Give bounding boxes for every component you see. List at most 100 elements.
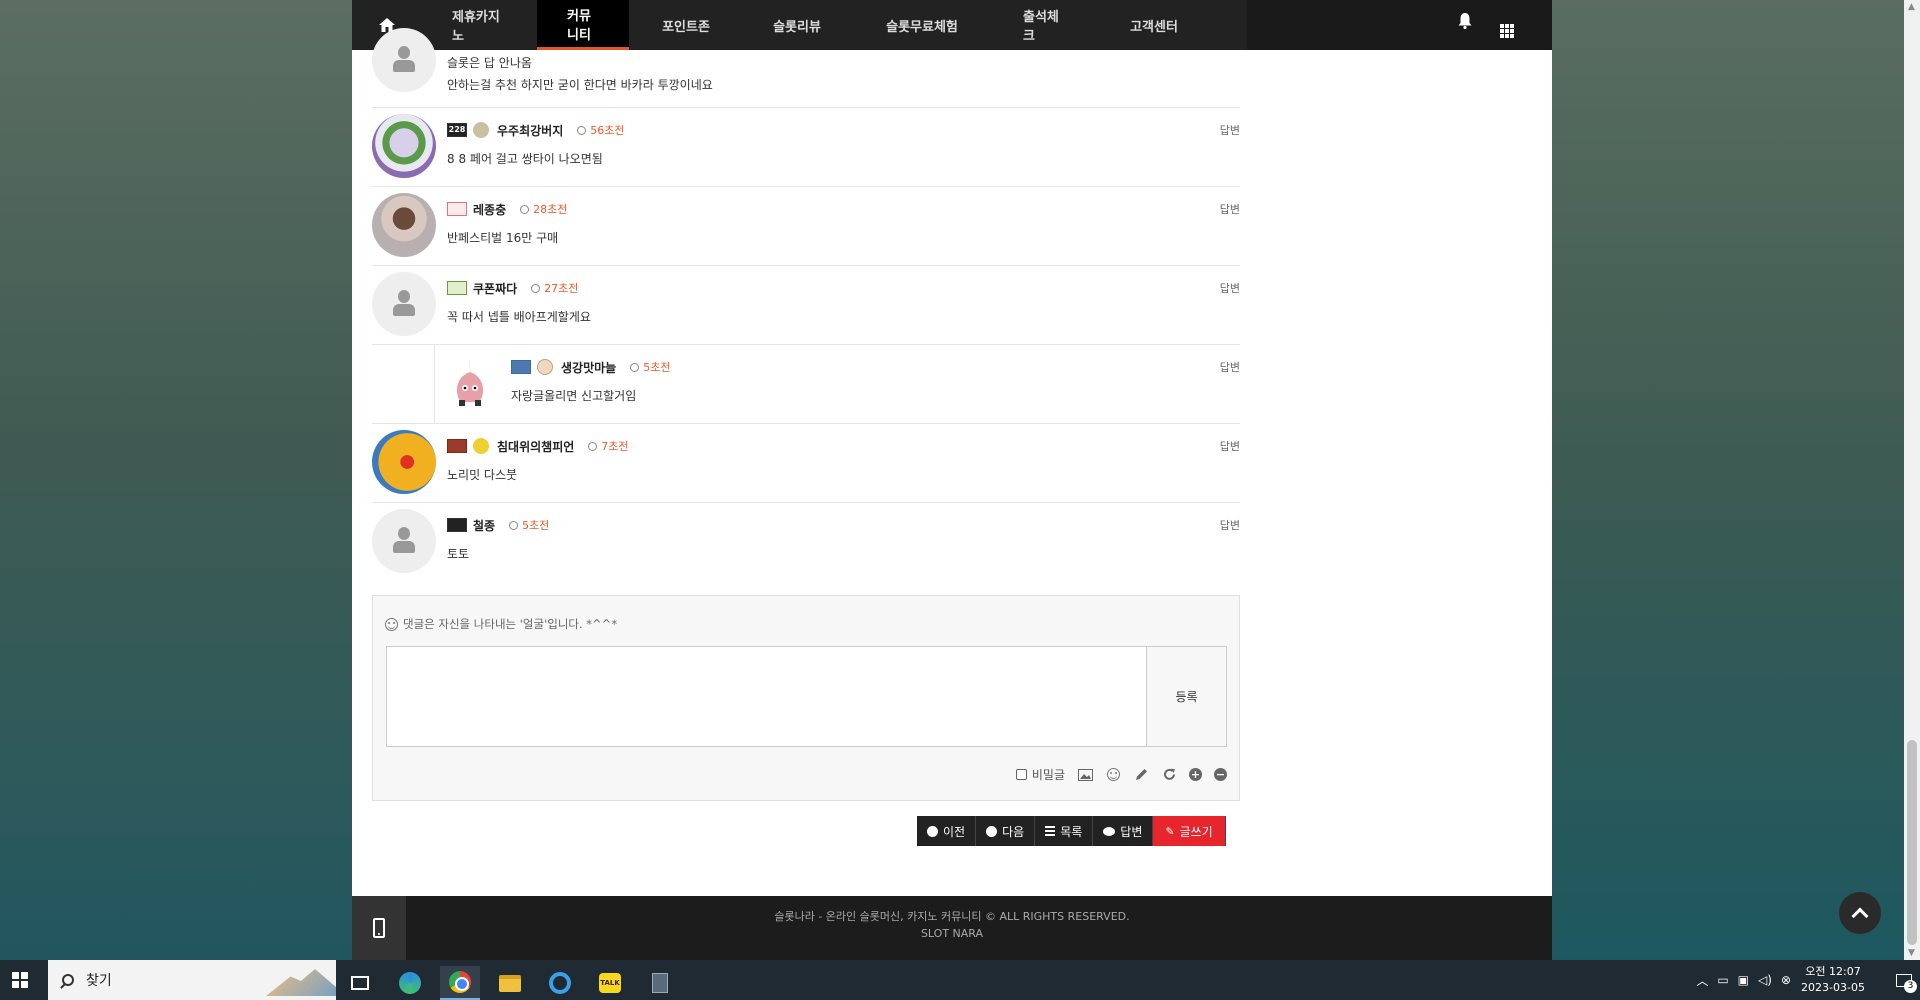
reply-link[interactable]: 답변 <box>1220 438 1240 454</box>
notification-center-icon[interactable]: 3 <box>1888 960 1920 1000</box>
nav-item-slot-review[interactable]: 슬롯리뷰 <box>743 0 851 50</box>
refresh-icon[interactable] <box>1161 768 1177 782</box>
comment-textarea[interactable] <box>386 646 1148 747</box>
comment-time: 28초전 <box>520 201 567 217</box>
calculator-icon[interactable] <box>640 966 680 1000</box>
level-badge <box>447 281 467 295</box>
comment-time: 7초전 <box>588 438 629 454</box>
nickname[interactable]: 레종충 <box>473 201 506 218</box>
reply-link[interactable]: 답변 <box>1220 201 1240 217</box>
secret-checkbox[interactable]: 비밀글 <box>1015 766 1065 783</box>
nickname[interactable]: 철종 <box>473 517 495 534</box>
reply-link[interactable]: 답변 <box>1220 517 1240 533</box>
reply-link[interactable]: 답변 <box>1220 122 1240 138</box>
level-badge <box>447 518 467 532</box>
desktop-background <box>1552 0 1920 960</box>
minus-circle-icon[interactable]: − <box>1214 768 1227 781</box>
clock-icon <box>588 441 598 451</box>
phone-icon <box>373 918 385 938</box>
volume-icon[interactable]: ◁) <box>1758 973 1772 987</box>
chevron-up-icon <box>1851 907 1869 925</box>
pencil-icon: ✎ <box>1165 824 1175 838</box>
task-view-icon[interactable] <box>340 966 380 1000</box>
comment-item: 슬롯은 답 안나옴 안하는걸 추천 하지만 굳이 한다면 바카라 투깡이네요 <box>372 28 1240 108</box>
reply-button[interactable]: 답변 <box>1093 816 1154 846</box>
next-button[interactable]: 다음 <box>976 816 1036 846</box>
smile-icon <box>385 617 398 631</box>
user-default-icon <box>391 46 417 74</box>
chevron-left-circle-icon <box>927 825 938 837</box>
scrollbar-thumb[interactable] <box>1907 740 1917 945</box>
top-nav: 제휴카지노 커뮤니티 포인트존 슬롯리뷰 슬롯무료체험 출석체크 고객센터 <box>352 0 1552 50</box>
kakaotalk-icon[interactable]: TALK <box>590 966 630 1000</box>
user-default-icon <box>391 527 417 555</box>
emoticon-icon[interactable] <box>1105 768 1121 782</box>
nav-item-attendance[interactable]: 출석체크 <box>993 0 1097 50</box>
reply-link[interactable]: 답변 <box>1220 280 1240 296</box>
taskbar-search[interactable]: 찾기 <box>48 960 336 1000</box>
comment-text: 슬롯은 답 안나옴 안하는걸 추천 하지만 굳이 한다면 바카라 투깡이네요 <box>447 56 713 92</box>
avatar <box>372 272 436 336</box>
comment-text: 노리밋 다스붓 <box>447 468 518 482</box>
plus-circle-icon[interactable]: + <box>1189 768 1202 781</box>
display-icon[interactable]: ▭ <box>1717 973 1728 987</box>
pencil-icon[interactable] <box>1133 768 1149 782</box>
network-icon[interactable]: ▣ <box>1738 973 1749 987</box>
image-icon[interactable] <box>1077 768 1093 782</box>
list-button[interactable]: 목록 <box>1035 816 1094 846</box>
comment-item-nested: 생강맛마늘 5초전 답변 자랑글올리면 신고할거임 <box>372 345 1240 424</box>
comment-tools: 비밀글 + − <box>1015 766 1227 783</box>
comment-time: 5초전 <box>630 359 670 375</box>
clock-icon <box>577 125 587 135</box>
chrome-icon[interactable] <box>440 966 480 1000</box>
checkbox-icon[interactable] <box>1015 769 1027 780</box>
taskbar-clock[interactable]: 오전 12:07 2023-03-05 <box>1800 964 1866 996</box>
nickname[interactable]: 쿠폰짜다 <box>473 280 517 297</box>
submit-button[interactable]: 등록 <box>1146 646 1227 747</box>
scrollbar[interactable]: ▲ ▼ <box>1904 0 1920 960</box>
list-icon <box>1045 824 1056 838</box>
avatar <box>372 193 436 257</box>
search-highlight-image <box>266 969 336 996</box>
scroll-down-arrow-icon[interactable]: ▼ <box>1908 948 1915 958</box>
mobile-version-button[interactable] <box>352 896 406 960</box>
comment-item: 228 우주최강버지 56초전 답변 8 8 페어 걸고 쌍타이 나오면됨 <box>372 108 1240 187</box>
windows-start-icon[interactable] <box>12 972 28 988</box>
nav-item-community[interactable]: 커뮤니티 <box>537 0 629 50</box>
bell-icon[interactable] <box>1458 13 1472 33</box>
internet-explorer-icon[interactable] <box>540 966 580 1000</box>
comment-header: 생강맛마늘 5초전 <box>511 359 670 375</box>
nickname[interactable]: 침대위의챔피언 <box>497 438 574 455</box>
nickname[interactable]: 생강맛마늘 <box>561 359 616 376</box>
nav-item-partner-casino[interactable]: 제휴카지노 <box>422 0 537 50</box>
nickname[interactable]: 우주최강버지 <box>497 122 563 139</box>
user-default-icon <box>391 290 417 318</box>
character-icon <box>537 359 553 375</box>
character-icon <box>473 122 489 138</box>
nav-item-point-zone[interactable]: 포인트존 <box>629 0 743 50</box>
apps-grid-icon[interactable] <box>1500 13 1514 38</box>
write-button[interactable]: ✎ 글쓰기 <box>1153 816 1226 846</box>
avatar <box>438 351 502 415</box>
scroll-up-arrow-icon[interactable]: ▲ <box>1908 2 1915 12</box>
avatar <box>372 430 436 494</box>
chevron-right-circle-icon <box>986 825 998 837</box>
avatar <box>372 28 436 92</box>
comment-header: 228 우주최강버지 56초전 <box>447 122 625 138</box>
comment-header: 철종 5초전 <box>447 517 549 533</box>
chevron-up-icon[interactable]: ︿ <box>1696 972 1708 989</box>
close-circle-icon[interactable]: ⊗ <box>1781 973 1791 987</box>
search-icon <box>62 974 74 986</box>
level-badge: 228 <box>447 123 467 137</box>
reply-link[interactable]: 답변 <box>1220 359 1240 375</box>
comment-item: 침대위의챔피언 7초전 답변 노리밋 다스붓 <box>372 424 1240 503</box>
nav-item-customer-center[interactable]: 고객센터 <box>1097 0 1211 50</box>
reply-indent-line <box>434 345 435 424</box>
back-to-top-button[interactable] <box>1839 892 1881 934</box>
file-explorer-icon[interactable] <box>490 966 530 1000</box>
nav-item-slot-free-trial[interactable]: 슬롯무료체험 <box>851 0 993 50</box>
prev-button[interactable]: 이전 <box>917 816 977 846</box>
post-actions: 이전 다음 목록 답변 ✎ 글쓰기 <box>917 816 1226 846</box>
comment-header: 침대위의챔피언 7초전 <box>447 438 629 454</box>
edge-icon[interactable] <box>390 966 430 1000</box>
